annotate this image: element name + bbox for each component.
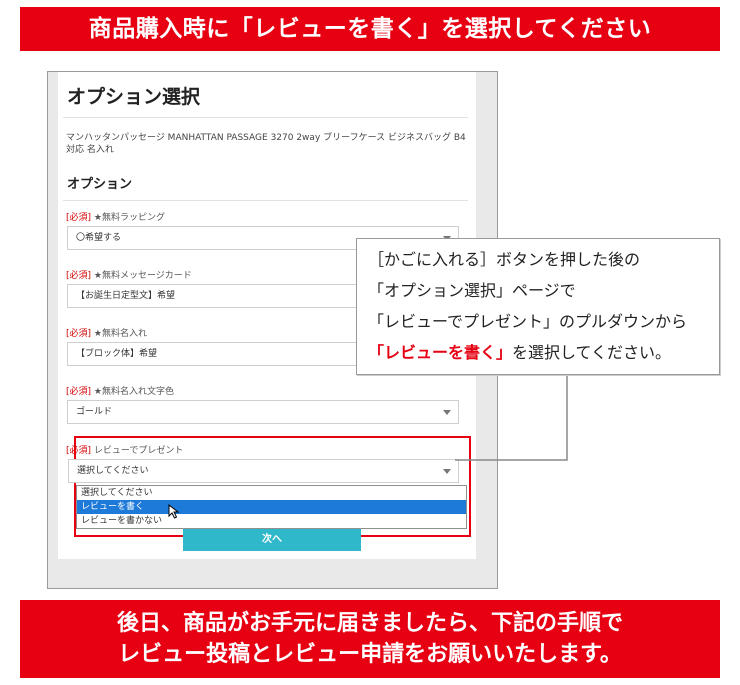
select-value: 【お誕生日定型文】希望	[76, 291, 176, 301]
mouse-cursor-icon	[168, 504, 180, 519]
bottom-banner-line: 後日、商品がお手元に届きましたら、下記の手順で	[116, 611, 623, 636]
callout-line: 「レビューを書く」を選択してください。	[368, 337, 719, 368]
select-arrow-icon	[443, 469, 451, 474]
divider	[63, 200, 468, 201]
instruction-callout: ［かごに入れる］ボタンを押した後の 「オプション選択」ページで 「レビューでプレ…	[356, 238, 720, 375]
bottom-instruction-banner: 後日、商品がお手元に届きましたら、下記の手順で レビュー投稿とレビュー申請をお願…	[20, 600, 720, 678]
bottom-banner-line: レビュー投稿とレビュー申請をお願いいたします。	[118, 642, 622, 667]
dropdown-option-no-review[interactable]: レビューを書かない	[77, 514, 466, 528]
top-instruction-banner: 商品購入時に「レビューを書く」を選択してください	[20, 7, 720, 51]
select-arrow-icon	[443, 410, 451, 415]
review-present-select[interactable]: 選択してください	[68, 459, 459, 483]
required-badge: [必須]	[66, 271, 92, 281]
field-label-text: ★無料名入れ文字色	[93, 387, 174, 397]
field-label-engraving: [必須] ★無料名入れ	[66, 326, 147, 339]
select-value: 〇希望する	[76, 233, 122, 243]
required-badge: [必須]	[66, 329, 92, 339]
required-badge: [必須]	[66, 213, 92, 223]
engraving-color-select[interactable]: ゴールド	[67, 400, 459, 424]
field-label-wrapping: [必須] ★無料ラッピング	[66, 210, 165, 223]
callout-line-rest: を選択してください。	[512, 343, 672, 362]
select-value: 【ブロック体】希望	[76, 349, 158, 359]
field-label-text: ★無料ラッピング	[93, 213, 165, 223]
product-name: マンハッタンパッセージ MANHATTAN PASSAGE 3270 2way …	[66, 133, 466, 155]
field-label-engraving-color: [必須] ★無料名入れ文字色	[66, 384, 174, 397]
callout-line: ［かごに入れる］ボタンを押した後の	[368, 250, 641, 269]
dropdown-option-write-review[interactable]: レビューを書く	[77, 500, 466, 514]
select-value: ゴールド	[76, 407, 113, 417]
field-label-text: ★無料メッセージカード	[93, 271, 192, 281]
select-value: 選択してください	[77, 466, 149, 476]
field-label-review-present: [必須] レビューでプレゼント	[66, 443, 183, 456]
callout-emphasis: 「レビューを書く」	[368, 343, 513, 362]
field-label-text: ★無料名入れ	[93, 329, 147, 339]
callout-line: 「レビューでプレゼント」のプルダウンから	[368, 312, 688, 331]
callout-line: 「オプション選択」ページで	[368, 281, 576, 300]
field-label-text: レビューでプレゼント	[93, 446, 184, 456]
options-heading: オプション	[67, 177, 133, 192]
required-badge: [必須]	[66, 446, 92, 456]
dropdown-option-placeholder[interactable]: 選択してください	[77, 486, 466, 500]
page-title: オプション選択	[67, 86, 201, 108]
callout-connector-line	[455, 374, 568, 461]
divider	[63, 117, 468, 118]
review-dropdown-list[interactable]: 選択してください レビューを書く レビューを書かない	[76, 485, 467, 529]
field-label-message-card: [必須] ★無料メッセージカード	[66, 268, 192, 281]
required-badge: [必須]	[66, 387, 92, 397]
